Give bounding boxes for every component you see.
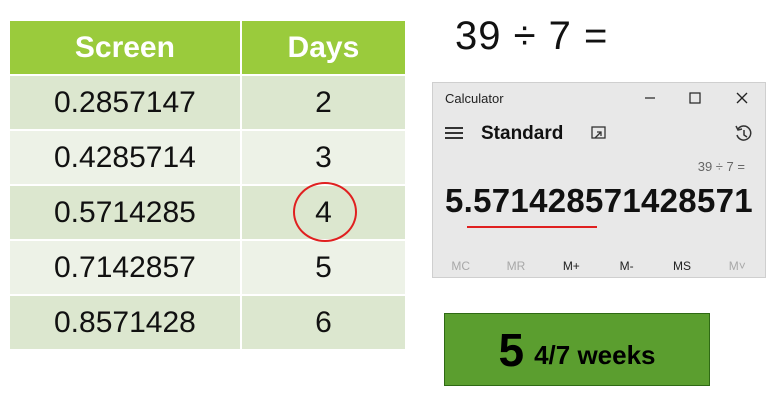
cell-days: 3 (315, 140, 332, 174)
memory-store-button[interactable]: MS (654, 259, 709, 277)
window-title: Calculator (445, 91, 504, 106)
memory-clear-button[interactable]: MC (433, 259, 488, 277)
header-screen: Screen (10, 21, 242, 74)
cell-days: 2 (315, 85, 332, 119)
memory-subtract-button[interactable]: M- (599, 259, 654, 277)
table-header-row: Screen Days (10, 21, 405, 74)
result-underline (467, 226, 597, 228)
screen-days-table: Screen Days 0.2857147 2 0.4285714 3 0.57… (10, 21, 405, 349)
answer-whole: 5 (498, 323, 525, 376)
header-days: Days (287, 30, 360, 64)
cell-days: 5 (315, 250, 332, 284)
cell-days: 6 (315, 305, 332, 339)
result-display: 5.571428571428571 (445, 182, 753, 219)
maximize-icon (689, 92, 701, 104)
table-row: 0.4285714 3 (10, 129, 405, 184)
highlight-circle (293, 182, 357, 242)
memory-add-button[interactable]: M+ (544, 259, 599, 277)
title-bar: Calculator (433, 83, 765, 113)
expression-display: 39 ÷ 7 = (697, 159, 745, 174)
table-row: 0.8571428 6 (10, 294, 405, 349)
close-icon (736, 92, 748, 104)
cell-screen: 0.8571428 (10, 296, 242, 349)
memory-buttons-row: MC MR M+ M- MS M˅ (433, 259, 765, 277)
close-button[interactable] (727, 86, 757, 110)
equation-text: 39 ÷ 7 = (455, 14, 609, 58)
keep-on-top-icon[interactable] (589, 124, 609, 144)
mode-label: Standard (481, 123, 564, 144)
table-row: 0.7142857 5 (10, 239, 405, 294)
table-row: 0.2857147 2 (10, 74, 405, 129)
cell-screen: 0.7142857 (10, 241, 242, 294)
hamburger-icon[interactable] (445, 127, 463, 139)
calculator-window: Calculator Standard 39 ÷ 7 = 5.571428571… (432, 82, 766, 278)
answer-fraction: 4/7 weeks (534, 340, 656, 370)
minimize-button[interactable] (635, 86, 665, 110)
cell-screen: 0.5714285 (10, 186, 242, 239)
history-icon[interactable] (733, 123, 755, 145)
answer-box: 5 4/7 weeks (444, 313, 710, 386)
maximize-button[interactable] (680, 86, 710, 110)
memory-list-button[interactable]: M˅ (710, 259, 765, 277)
cell-screen: 0.2857147 (10, 76, 242, 129)
minimize-icon (645, 97, 655, 99)
cell-screen: 0.4285714 (10, 131, 242, 184)
memory-recall-button[interactable]: MR (488, 259, 543, 277)
